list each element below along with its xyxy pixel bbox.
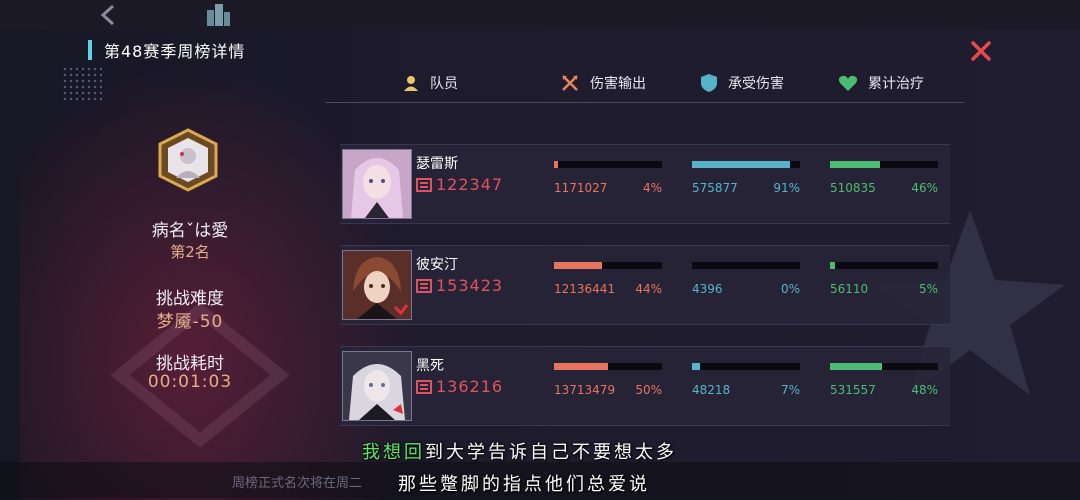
player-emblem-icon	[158, 128, 218, 192]
character-portrait-icon	[343, 251, 411, 319]
damage-bar-fill	[554, 262, 602, 269]
member-name: 瑟雷斯	[416, 156, 458, 172]
taken-bar-fill	[692, 161, 791, 168]
avatar	[342, 250, 412, 320]
subtitle-highlight: 我想回	[362, 442, 425, 463]
damage-bar	[554, 363, 662, 370]
dot-pattern-decoration	[62, 66, 102, 102]
healing-bar	[830, 363, 938, 370]
difficulty-value: 梦魇-50	[156, 312, 224, 332]
header-damage: 伤害输出	[560, 72, 646, 94]
header-member-label: 队员	[430, 76, 458, 92]
difficulty-label: 挑战难度	[156, 289, 224, 309]
damage-percent: 50%	[635, 383, 662, 397]
ranking-notice: 周榜正式名次将在周二	[232, 476, 363, 491]
back-arrow-icon[interactable]	[96, 2, 122, 28]
healing-bar	[830, 161, 938, 168]
time-label: 挑战耗时	[156, 354, 224, 374]
healing-bar	[830, 262, 938, 269]
avatar	[342, 149, 412, 219]
subtitle-line-1-text: 到大学告诉自己不要想太多	[425, 442, 677, 463]
shield-icon	[701, 74, 717, 92]
member-name: 彼安汀	[416, 257, 458, 273]
taken-value: 48218	[692, 383, 731, 397]
healing-bar-fill	[830, 262, 836, 269]
avatar	[342, 351, 412, 421]
damage-value: 13713479	[554, 383, 616, 397]
damage-bar-fill	[554, 363, 608, 370]
healing-value: 56110	[830, 282, 869, 296]
healing-bar-fill	[830, 363, 882, 370]
page-title: 第48赛季周榜详情	[104, 42, 246, 61]
top-bar	[0, 0, 1080, 30]
taken-bar	[692, 262, 800, 269]
close-icon[interactable]	[970, 40, 992, 62]
building-icon[interactable]	[204, 2, 232, 28]
taken-bar-fill	[692, 363, 700, 370]
subtitle-line-2: 那些蹩脚的指点他们总爱说	[398, 474, 650, 495]
taken-percent: 91%	[773, 181, 800, 195]
healing-percent: 46%	[911, 181, 938, 195]
taken-bar	[692, 161, 800, 168]
header-member: 队员	[402, 72, 458, 94]
member-row-1[interactable]: 瑟雷斯 122347 1171027 4% 575877 91% 510835 …	[340, 144, 950, 224]
header-taken: 承受伤害	[700, 72, 784, 94]
healing-percent: 5%	[918, 282, 938, 296]
healing-percent: 48%	[911, 383, 938, 397]
crossed-swords-icon	[562, 75, 578, 91]
member-power-value: 122347	[436, 175, 504, 194]
header-healing: 累计治疗	[838, 72, 924, 94]
member-icon	[404, 76, 418, 91]
damage-value: 1171027	[554, 181, 608, 195]
damage-percent: 44%	[635, 282, 662, 296]
player-rank: 第2名	[170, 243, 210, 261]
healing-bar-fill	[830, 161, 880, 168]
damage-bar	[554, 161, 662, 168]
member-power: 122347	[416, 175, 503, 194]
header-healing-label: 累计治疗	[868, 76, 924, 92]
header-taken-label: 承受伤害	[728, 76, 784, 92]
taken-value: 575877	[692, 181, 738, 195]
header-divider	[326, 102, 964, 103]
taken-bar	[692, 363, 800, 370]
power-icon	[416, 379, 432, 394]
damage-percent: 4%	[642, 181, 662, 195]
member-row-3[interactable]: 黑死 136216 13713479 50% 48218 7% 531557 4…	[340, 346, 950, 426]
member-name: 黑死	[416, 358, 444, 374]
member-row-2[interactable]: 彼安汀 153423 12136441 44% 4396 0% 56110 5%	[340, 245, 950, 325]
character-portrait-icon	[343, 352, 411, 420]
member-power: 153423	[416, 276, 503, 295]
damage-value: 12136441	[554, 282, 616, 296]
healing-value: 531557	[830, 383, 876, 397]
taken-value: 4396	[692, 282, 723, 296]
character-portrait-icon	[343, 150, 411, 218]
healing-value: 510835	[830, 181, 876, 195]
power-icon	[416, 278, 432, 293]
member-power-value: 153423	[436, 276, 504, 295]
title-accent-bar	[88, 40, 92, 60]
header-damage-label: 伤害输出	[590, 76, 646, 92]
power-icon	[416, 177, 432, 192]
heart-icon	[838, 75, 858, 91]
subtitle-line-1: 我想回到大学告诉自己不要想太多	[362, 438, 677, 464]
time-value: 00:01:03	[147, 372, 233, 392]
taken-percent: 7%	[780, 383, 800, 397]
taken-percent: 0%	[780, 282, 800, 296]
member-power-value: 136216	[436, 377, 504, 396]
damage-bar-fill	[554, 161, 559, 168]
member-power: 136216	[416, 377, 503, 396]
player-name: 病名ˇは愛	[151, 221, 229, 241]
damage-bar	[554, 262, 662, 269]
